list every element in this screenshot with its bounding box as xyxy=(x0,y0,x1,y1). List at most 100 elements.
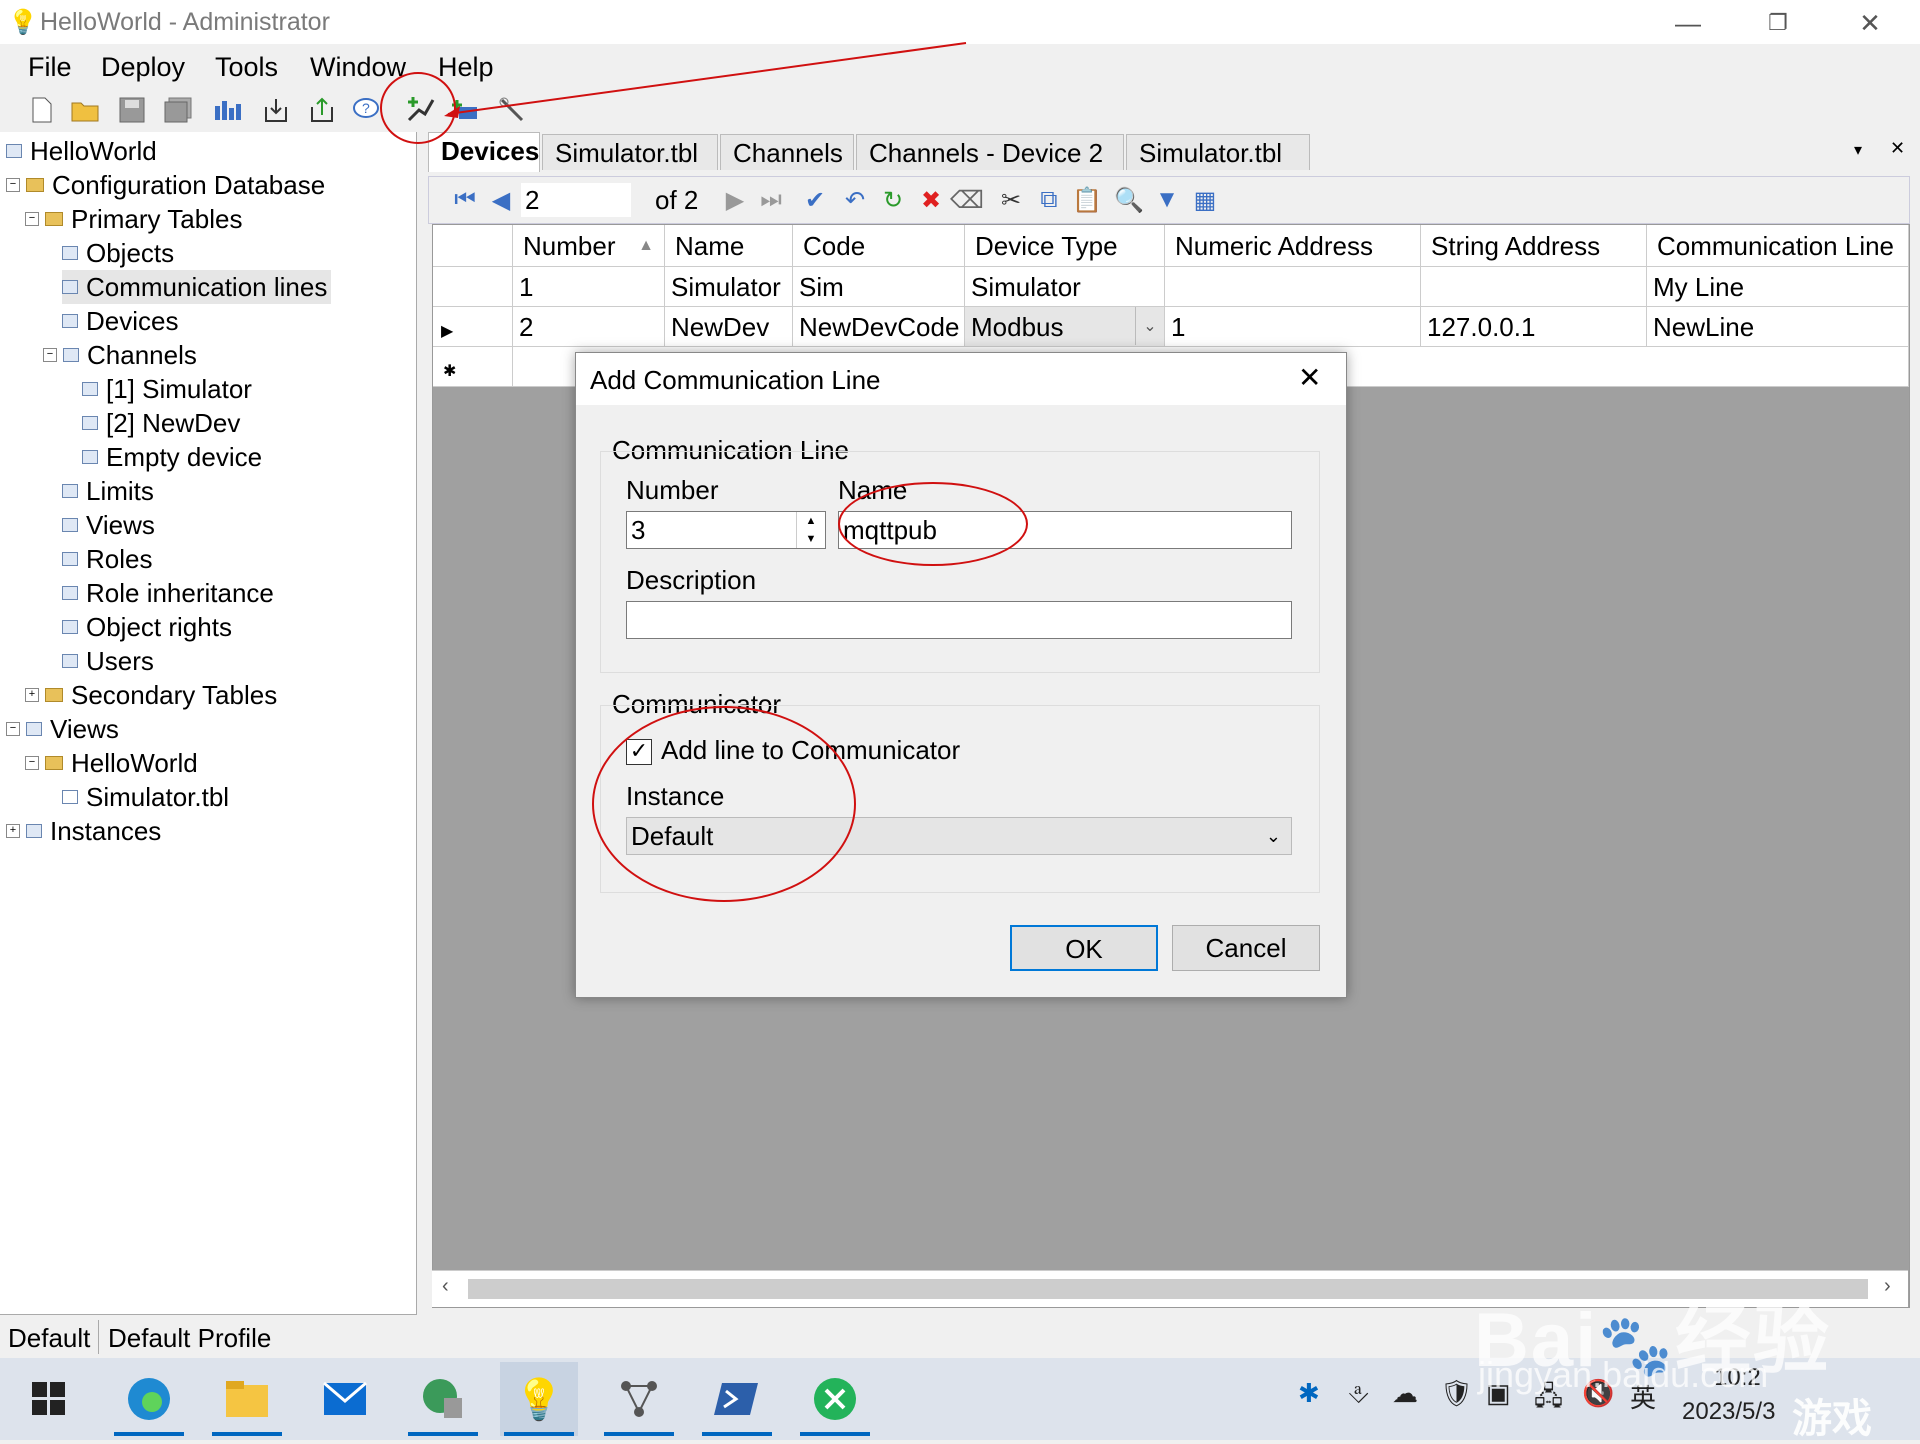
new-row-header[interactable]: ✱ xyxy=(433,347,513,387)
refresh-icon[interactable]: ↻ xyxy=(877,184,909,216)
save-icon[interactable] xyxy=(116,94,148,126)
download-icon[interactable] xyxy=(260,94,292,126)
description-field[interactable] xyxy=(626,601,1292,639)
tree-node-configuration-database[interactable]: − Configuration Database xyxy=(6,168,325,202)
tree-node-roles[interactable]: Roles xyxy=(62,542,152,576)
column-header-number[interactable]: Number ▲ xyxy=(513,225,665,267)
xmind-icon[interactable] xyxy=(796,1362,874,1436)
clock-date[interactable]: 2023/5/3 xyxy=(1682,1398,1775,1426)
copy-icon[interactable]: ⧉ xyxy=(1033,184,1065,216)
save-all-icon[interactable] xyxy=(162,94,194,126)
tab-channels[interactable]: Channels xyxy=(720,134,854,170)
column-header-communication-line[interactable]: Communication Line xyxy=(1647,225,1909,267)
first-record-icon[interactable]: ⏮ xyxy=(449,184,481,216)
tree-node-helloworld-root[interactable]: HelloWorld xyxy=(6,134,157,168)
tree-node-simulator[interactable]: [1] Simulator xyxy=(82,372,252,406)
tree-node-newdev[interactable]: [2] NewDev xyxy=(82,406,240,440)
tree-node-simulator-tbl[interactable]: Simulator.tbl xyxy=(62,780,229,814)
lightbulb-icon[interactable]: 💡 xyxy=(500,1362,578,1436)
tree-node-users[interactable]: Users xyxy=(62,644,154,678)
cell-device-type[interactable]: Simulator xyxy=(965,267,1165,307)
expand-icon[interactable]: + xyxy=(6,824,20,838)
collapse-icon[interactable]: − xyxy=(25,212,39,226)
cell-device-type-combo[interactable]: Modbus ⌄ xyxy=(965,307,1165,347)
tree-node-devices[interactable]: Devices xyxy=(62,304,178,338)
security-shield-icon[interactable]: 🛡 xyxy=(1440,1378,1473,1409)
column-header-device-type[interactable]: Device Type xyxy=(965,225,1165,267)
cut-icon[interactable]: ✂ xyxy=(995,184,1027,216)
dialog-close-icon[interactable]: ✕ xyxy=(1298,361,1321,394)
collapse-icon[interactable]: − xyxy=(25,756,39,770)
tab-simulator-tbl-2[interactable]: Simulator.tbl xyxy=(1126,134,1310,170)
cell-name[interactable]: NewDev xyxy=(665,307,793,347)
tab-simulator-tbl[interactable]: Simulator.tbl xyxy=(542,134,718,170)
open-folder-icon[interactable] xyxy=(70,94,102,126)
close-icon[interactable]: ✕ xyxy=(1840,6,1900,40)
cell-name[interactable]: Simulator xyxy=(665,267,793,307)
delete-icon[interactable]: ✖ xyxy=(915,184,947,216)
column-header-name[interactable]: Name xyxy=(665,225,793,267)
filter-icon[interactable]: ▼ xyxy=(1151,184,1183,216)
tree-node-empty-device[interactable]: Empty device xyxy=(82,440,262,474)
upload-icon[interactable] xyxy=(306,94,338,126)
tab-channels-device-2[interactable]: Channels - Device 2 xyxy=(856,134,1124,170)
tree-node-object-rights[interactable]: Object rights xyxy=(62,610,232,644)
tree-node-objects[interactable]: Objects xyxy=(62,236,174,270)
usb-icon[interactable]: ⎀ xyxy=(1348,1378,1369,1410)
help-icon[interactable]: ? xyxy=(350,94,382,126)
tree-node-channels[interactable]: − Channels xyxy=(43,338,197,372)
paste-icon[interactable]: 📋 xyxy=(1071,184,1103,216)
onedrive-icon[interactable]: ☁ xyxy=(1392,1378,1418,1409)
file-explorer-icon[interactable] xyxy=(208,1362,286,1436)
cell-number[interactable]: 2 xyxy=(513,307,665,347)
cancel-button[interactable]: Cancel xyxy=(1172,925,1320,971)
next-record-icon[interactable]: ▶ xyxy=(719,184,751,216)
cell-number[interactable]: 1 xyxy=(513,267,665,307)
cell-code[interactable]: NewDevCode xyxy=(793,307,965,347)
stepper-arrows-icon[interactable]: ▲ ▼ xyxy=(796,512,825,548)
tree-node-primary-tables[interactable]: − Primary Tables xyxy=(25,202,242,236)
tree-node-communication-lines[interactable]: Communication lines xyxy=(62,270,332,304)
tree-node-limits[interactable]: Limits xyxy=(62,474,154,508)
column-header-numeric-address[interactable]: Numeric Address xyxy=(1165,225,1421,267)
column-header-string-address[interactable]: String Address xyxy=(1421,225,1647,267)
bluetooth-icon[interactable]: ✱ xyxy=(1298,1378,1320,1409)
cell-string-address[interactable]: 127.0.0.1 xyxy=(1421,307,1647,347)
network-diagram-icon[interactable] xyxy=(600,1362,678,1436)
menu-deploy[interactable]: Deploy xyxy=(101,52,185,83)
previous-record-icon[interactable]: ◀ xyxy=(485,184,517,216)
column-header-code[interactable]: Code xyxy=(793,225,965,267)
restore-icon[interactable]: ❐ xyxy=(1748,6,1808,40)
chevron-down-icon[interactable]: ⌄ xyxy=(1135,307,1164,345)
tree-node-views-table[interactable]: Views xyxy=(62,508,155,542)
row-header[interactable]: ▶ xyxy=(433,307,513,347)
collapse-icon[interactable]: − xyxy=(6,178,20,192)
apply-icon[interactable]: ✔ xyxy=(799,184,831,216)
scroll-left-icon[interactable]: ‹ xyxy=(442,1275,449,1298)
edge-icon[interactable] xyxy=(110,1362,188,1436)
tree-node-instances[interactable]: + Instances xyxy=(6,814,161,848)
minimize-icon[interactable]: — xyxy=(1658,6,1718,40)
cell-communication-line[interactable]: My Line xyxy=(1647,267,1909,307)
tab-close-icon[interactable]: ✕ xyxy=(1890,138,1905,159)
collapse-icon[interactable]: − xyxy=(43,348,57,362)
powershell-icon[interactable] xyxy=(698,1362,776,1436)
eraser-icon[interactable]: ⌫ xyxy=(950,184,984,216)
menu-file[interactable]: File xyxy=(28,52,72,83)
cell-string-address[interactable] xyxy=(1421,267,1647,307)
find-icon[interactable]: 🔍 xyxy=(1113,184,1145,216)
menu-tools[interactable]: Tools xyxy=(215,52,278,83)
start-windows-icon[interactable] xyxy=(10,1362,88,1436)
tree-node-role-inheritance[interactable]: Role inheritance xyxy=(62,576,274,610)
cell-communication-line[interactable]: NewLine xyxy=(1647,307,1909,347)
position-input[interactable]: 2 xyxy=(521,183,631,217)
tree-node-views[interactable]: − Views xyxy=(6,712,119,746)
chart-icon[interactable] xyxy=(212,94,244,126)
tree-node-helloworld-folder[interactable]: − HelloWorld xyxy=(25,746,198,780)
expand-icon[interactable]: + xyxy=(25,688,39,702)
tab-devices[interactable]: Devices xyxy=(428,132,540,172)
cell-numeric-address[interactable] xyxy=(1165,267,1421,307)
cell-code[interactable]: Sim xyxy=(793,267,965,307)
ok-button[interactable]: OK xyxy=(1010,925,1158,971)
grid-settings-icon[interactable]: ▦ xyxy=(1189,184,1221,216)
